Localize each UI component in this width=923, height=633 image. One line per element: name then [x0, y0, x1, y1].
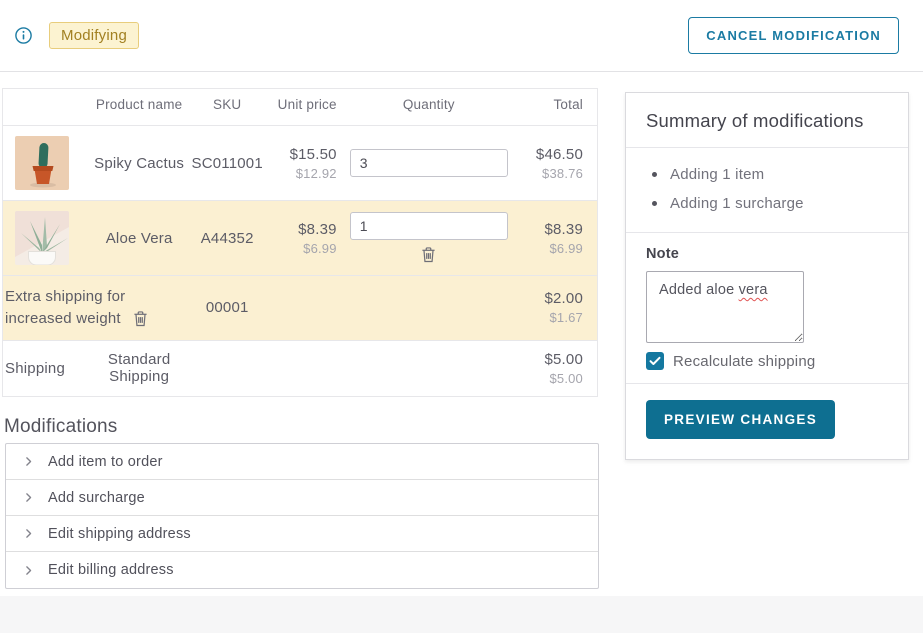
product-name: Spiky Cactus [89, 126, 190, 201]
col-header-sku: SKU [189, 89, 264, 126]
status-badge: Modifying [49, 22, 139, 49]
table-header-row: Product name SKU Unit price Quantity Tot… [3, 89, 598, 126]
summary-bullet-list: Adding 1 item Adding 1 surcharge [626, 148, 908, 233]
chevron-right-icon [22, 564, 35, 577]
bullet-dot [652, 172, 657, 177]
summary-of-modifications-panel: Summary of modifications Adding 1 item A… [625, 92, 909, 460]
product-sku: A44352 [189, 201, 264, 276]
remove-item-button[interactable] [419, 244, 438, 265]
summary-bullet-text: Adding 1 item [670, 166, 764, 183]
note-label: Note [646, 246, 888, 262]
accordion-item-label: Edit shipping address [48, 526, 191, 542]
accordion-item-edit-shipping-address[interactable]: Edit shipping address [6, 516, 598, 552]
total-discounted: $6.99 [521, 241, 583, 256]
list-item: Adding 1 item [646, 160, 888, 189]
checkbox-checked [646, 352, 664, 370]
accordion-item-label: Edit billing address [48, 562, 174, 578]
chevron-right-icon [22, 491, 35, 504]
total-cell: $5.00 $5.00 [519, 340, 598, 396]
accordion-item-edit-billing-address[interactable]: Edit billing address [6, 552, 598, 588]
summary-bullet-text: Adding 1 surcharge [670, 195, 804, 212]
total-cell: $8.39 $6.99 [519, 201, 598, 276]
summary-panel-footer: PREVIEW CHANGES [626, 384, 908, 459]
unit-price-discounted: $6.99 [267, 241, 337, 256]
note-text: Added aloe [659, 282, 739, 298]
total-discounted: $38.76 [521, 166, 583, 181]
product-name: Aloe Vera [89, 201, 190, 276]
total-discounted: $1.67 [521, 310, 583, 325]
modifications-accordion: Add item to order Add surcharge Edit shi… [5, 443, 599, 589]
bullet-dot [652, 201, 657, 206]
note-text-misspelled: vera [739, 282, 768, 298]
surcharge-label: Extra shipping for increased weight [5, 288, 125, 327]
col-header-unit-price: Unit price [265, 89, 339, 126]
shipping-label: Shipping [3, 340, 89, 396]
trash-icon [421, 246, 436, 263]
table-row-surcharge: Extra shipping for increased weight 0000… [3, 276, 598, 341]
accordion-item-label: Add item to order [48, 454, 163, 470]
chevron-right-icon [22, 455, 35, 468]
total-cell: $2.00 $1.67 [519, 276, 598, 341]
recalculate-shipping-label: Recalculate shipping [673, 353, 815, 370]
top-bar: Modifying CANCEL MODIFICATION [0, 0, 923, 72]
unit-price-cell: $8.39 $6.99 [265, 201, 339, 276]
info-icon[interactable] [15, 27, 32, 44]
col-header-quantity: Quantity [339, 89, 519, 126]
accordion-item-add-surcharge[interactable]: Add surcharge [6, 480, 598, 516]
unit-price-cell: $15.50 $12.92 [265, 126, 339, 201]
accordion-item-label: Add surcharge [48, 490, 145, 506]
chevron-right-icon [22, 527, 35, 540]
shipping-method: Standard Shipping [89, 340, 190, 396]
col-header-image [3, 89, 89, 126]
surcharge-sku: 00001 [189, 276, 264, 341]
cancel-modification-button[interactable]: CANCEL MODIFICATION [688, 17, 899, 54]
table-row-product-added: Aloe Vera A44352 $8.39 $6.99 [3, 201, 598, 276]
total-cell: $46.50 $38.76 [519, 126, 598, 201]
list-item: Adding 1 surcharge [646, 189, 888, 218]
accordion-item-add-item[interactable]: Add item to order [6, 444, 598, 480]
product-image-cactus [15, 136, 69, 190]
summary-panel-title: Summary of modifications [626, 93, 908, 148]
note-textarea[interactable]: Added aloe vera [646, 271, 804, 343]
product-sku: SC011001 [189, 126, 264, 201]
checkmark-icon [649, 356, 661, 366]
table-row-product: Spiky Cactus SC011001 $15.50 $12.92 $46.… [3, 126, 598, 201]
order-items-table: Product name SKU Unit price Quantity Tot… [2, 88, 598, 397]
unit-price-discounted: $12.92 [267, 166, 337, 181]
col-header-product-name: Product name [89, 89, 190, 126]
quantity-input-cactus[interactable] [350, 149, 508, 177]
trash-icon [133, 310, 148, 327]
modifications-heading: Modifications [4, 416, 117, 438]
total-discounted: $5.00 [521, 371, 583, 386]
col-header-total: Total [519, 89, 598, 126]
product-image-aloe [15, 211, 69, 265]
preview-changes-button[interactable]: PREVIEW CHANGES [646, 400, 835, 439]
surcharge-label-cell: Extra shipping for increased weight [3, 276, 190, 341]
note-section: Note Added aloe vera Recalculate shippin… [626, 233, 908, 384]
quantity-input-aloe[interactable] [350, 212, 508, 240]
recalculate-shipping-checkbox[interactable]: Recalculate shipping [646, 352, 888, 370]
table-row-shipping: Shipping Standard Shipping $5.00 $5.00 [3, 340, 598, 396]
remove-surcharge-button[interactable] [131, 308, 150, 329]
